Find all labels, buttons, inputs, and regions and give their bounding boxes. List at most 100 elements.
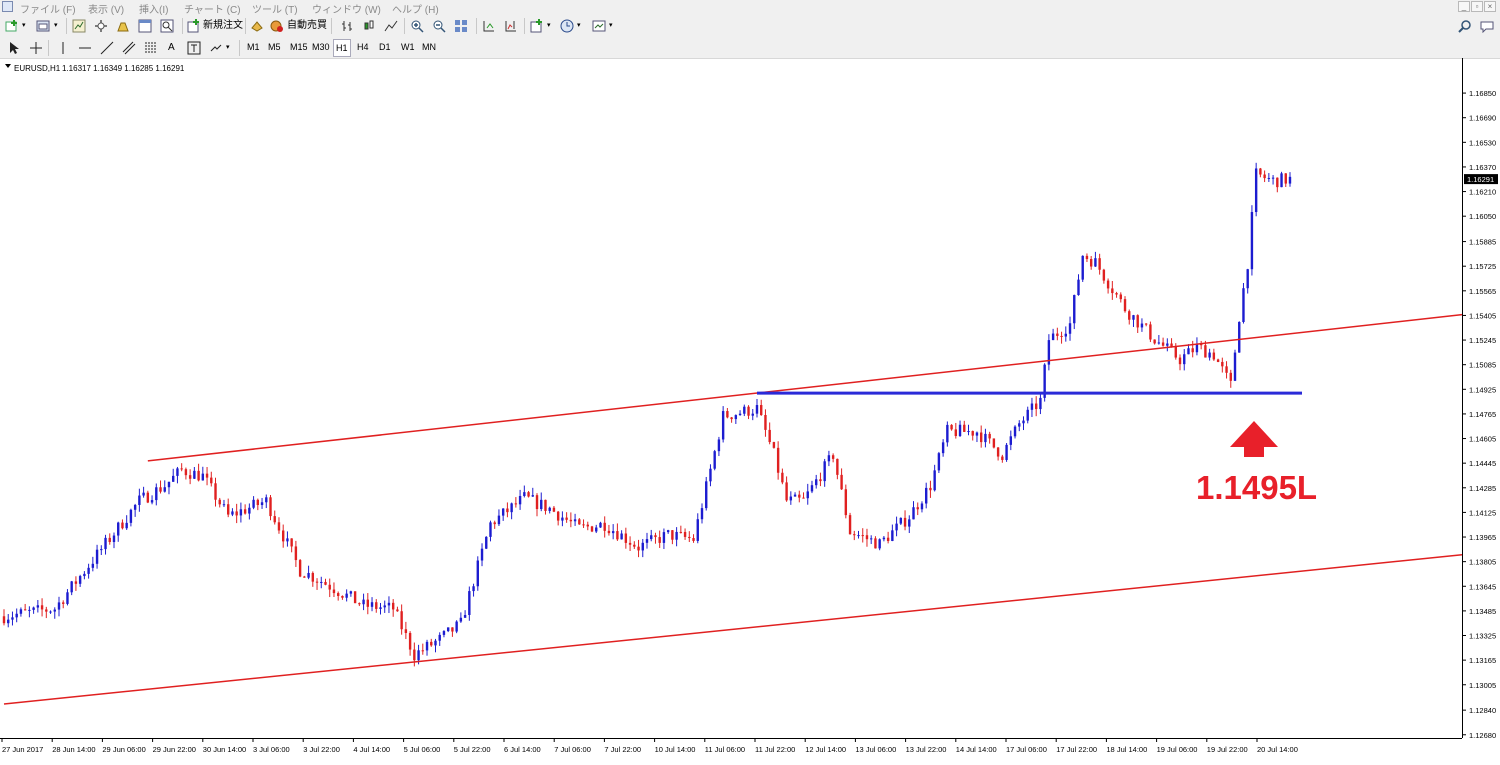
chart-shift-icon[interactable]	[504, 19, 518, 33]
text-icon[interactable]: A	[168, 40, 175, 56]
autoscroll-icon[interactable]	[482, 19, 496, 33]
bear-candle-body	[277, 522, 281, 531]
chart-ohlc: 1.16317 1.16349 1.16285 1.16291	[62, 64, 185, 73]
indicators-dropdown-icon[interactable]: ▾	[547, 18, 551, 34]
bull-candle-body	[1022, 420, 1025, 424]
time-tick-label: 3 Jul 06:00	[253, 745, 290, 754]
profiles-icon[interactable]	[36, 19, 50, 33]
bull-candle-body	[138, 495, 141, 505]
navigator-icon[interactable]	[94, 19, 108, 33]
fibonacci-icon[interactable]	[144, 41, 158, 55]
price-tick-label: 1.16690	[1469, 114, 1496, 123]
price-chart[interactable]: 1.16850 1.16690 1.16530 1.16370 1.16210 1.160…	[0, 58, 1500, 760]
tile-icon[interactable]	[454, 19, 468, 33]
chart-window[interactable]: 1.16850 1.16690 1.16530 1.16370 1.16210 1.160…	[0, 58, 1500, 760]
restore-icon[interactable]: ▫	[1471, 1, 1483, 12]
templates-dropdown-icon[interactable]: ▾	[609, 18, 613, 34]
timeframe-mn[interactable]: MN	[420, 39, 438, 55]
data-window-icon[interactable]	[116, 19, 130, 33]
bull-candle-body	[721, 411, 725, 440]
timeframe-h4[interactable]: H4	[355, 39, 371, 55]
indicators-icon[interactable]	[530, 19, 544, 33]
price-tick-label: 1.16370	[1469, 163, 1496, 172]
timeframe-w1[interactable]: W1	[399, 39, 417, 55]
cursor-icon[interactable]	[7, 41, 21, 55]
menu-file[interactable]: ファイル (F)	[20, 1, 76, 16]
new-chart-icon[interactable]	[5, 19, 19, 33]
horizontal-line-icon[interactable]	[78, 41, 92, 55]
market-watch-icon[interactable]	[72, 19, 86, 33]
trendline-icon[interactable]	[100, 41, 114, 55]
arrows-icon[interactable]	[209, 41, 223, 55]
bull-candle-body	[941, 442, 945, 454]
bear-candle-body	[865, 535, 869, 540]
bull-candle-body	[1267, 177, 1271, 179]
line-chart-icon[interactable]	[384, 19, 398, 33]
bear-candle-body	[954, 429, 958, 436]
time-tick-label: 6 Jul 14:00	[504, 745, 541, 754]
timeframe-h1[interactable]: H1	[333, 39, 351, 57]
terminal-icon[interactable]	[138, 19, 152, 33]
menu-view[interactable]: 表示 (V)	[88, 1, 124, 16]
bull-candle-body	[1081, 255, 1084, 280]
timeframe-m5[interactable]: M5	[266, 39, 283, 55]
candles-group	[2, 162, 1292, 667]
bull-candle-body	[599, 522, 602, 528]
tester-icon[interactable]	[160, 19, 174, 33]
bull-candle-body	[7, 619, 10, 624]
bear-candle-body	[1263, 174, 1266, 179]
auto-trade-button[interactable]: 自動売買	[287, 18, 327, 34]
minimize-icon[interactable]: _	[1458, 1, 1470, 12]
timeframe-m30[interactable]: M30	[310, 39, 332, 55]
bear-candle-body	[1225, 366, 1228, 373]
timeframe-m15[interactable]: M15	[288, 39, 310, 55]
bear-candle-body	[1276, 177, 1279, 188]
expert-icon[interactable]	[250, 19, 264, 33]
bull-candle-body	[1242, 288, 1245, 323]
menu-window[interactable]: ウィンドウ (W)	[312, 1, 381, 16]
menu-chart[interactable]: チャート (C)	[184, 1, 241, 16]
arrows-dropdown-icon[interactable]: ▾	[226, 40, 230, 56]
timeframe-d1[interactable]: D1	[377, 39, 393, 55]
bear-candle-body	[1161, 342, 1165, 346]
bear-candle-body	[514, 503, 518, 505]
bull-candle-body	[104, 537, 107, 550]
crosshair-icon[interactable]	[29, 41, 43, 55]
search-icon[interactable]	[1458, 19, 1472, 33]
timeframe-m1[interactable]: M1	[245, 39, 262, 55]
bull-candle-body	[485, 536, 488, 549]
new-chart-dropdown-icon[interactable]: ▾	[22, 18, 26, 34]
channel-icon[interactable]	[122, 41, 136, 55]
separator	[331, 18, 332, 34]
bear-candle-body	[633, 544, 636, 547]
bear-candle-body	[628, 542, 632, 545]
bull-candle-body	[1073, 295, 1076, 324]
close-icon[interactable]: ×	[1484, 1, 1496, 12]
bear-candle-body	[180, 468, 183, 470]
periods-icon[interactable]	[560, 19, 574, 33]
vertical-line-icon[interactable]	[56, 41, 70, 55]
menu-help[interactable]: ヘルプ (H)	[392, 1, 439, 16]
bar-chart-icon[interactable]	[340, 19, 354, 33]
app-icon[interactable]	[2, 1, 13, 12]
new-order-icon[interactable]	[187, 19, 201, 33]
bear-candle-body	[1170, 343, 1173, 347]
text-label-icon[interactable]	[187, 41, 201, 55]
chat-icon[interactable]	[1480, 19, 1494, 33]
auto-trade-icon[interactable]	[270, 19, 284, 33]
profiles-dropdown-icon[interactable]: ▾	[54, 18, 58, 34]
zoom-in-icon[interactable]	[410, 19, 424, 33]
bull-candle-body	[32, 607, 35, 610]
bear-candle-body	[971, 431, 974, 436]
new-order-button[interactable]: 新規注文	[203, 18, 243, 34]
bear-candle-body	[654, 535, 657, 538]
candle-chart-icon[interactable]	[362, 19, 376, 33]
chart-symbol: EURUSD,H1	[14, 64, 61, 73]
periods-dropdown-icon[interactable]: ▾	[577, 18, 581, 34]
templates-icon[interactable]	[592, 19, 606, 33]
bear-candle-body	[315, 581, 319, 583]
collapse-arrow-icon[interactable]	[5, 64, 11, 68]
zoom-out-icon[interactable]	[432, 19, 446, 33]
menu-insert[interactable]: 挿入(I)	[139, 1, 168, 16]
menu-tools[interactable]: ツール (T)	[252, 1, 298, 16]
